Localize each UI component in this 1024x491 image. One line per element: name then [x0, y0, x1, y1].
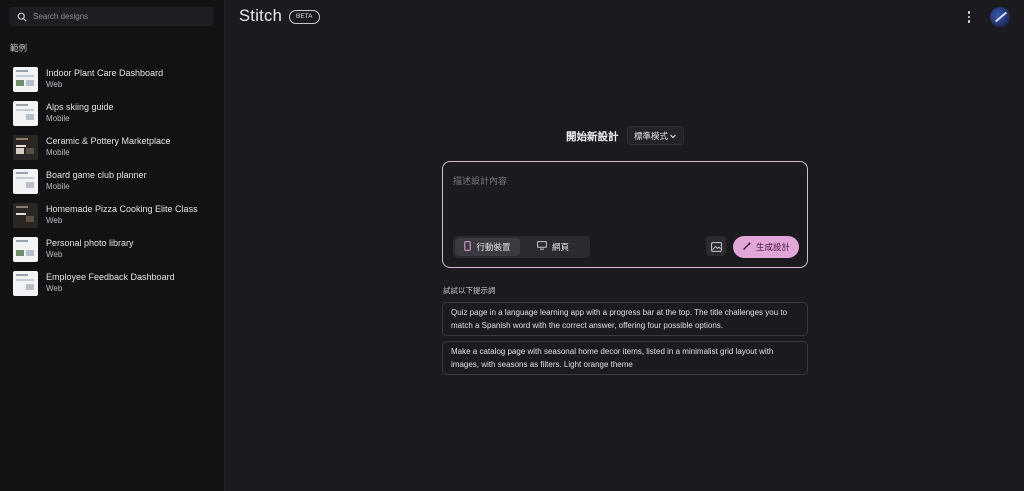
project-item-board-game-planner[interactable]: Board game club planner Mobile	[13, 164, 218, 198]
more-vert-icon[interactable]	[962, 10, 976, 24]
project-thumbnail	[13, 134, 38, 160]
project-type: Mobile	[46, 113, 70, 123]
project-item-alps-skiing[interactable]: Alps skiing guide Mobile	[13, 96, 218, 130]
suggestion-card[interactable]: Quiz page in a language learning app wit…	[442, 302, 808, 336]
project-title: Employee Feedback Dashboard	[46, 271, 175, 282]
project-thumbnail	[13, 66, 38, 92]
monitor-icon	[537, 241, 547, 253]
device-web-button[interactable]: 網頁	[520, 238, 586, 256]
page-title: 開始新設計	[566, 131, 619, 143]
suggestions-label: 試試以下提示詞	[443, 286, 496, 295]
generate-button-label: 生成設計	[755, 243, 790, 253]
phone-icon	[464, 240, 472, 254]
examples-section-label: 範例	[10, 44, 28, 54]
project-thumbnail	[13, 270, 38, 296]
upload-image-button[interactable]	[706, 236, 726, 256]
chevron-down-icon	[669, 132, 677, 143]
prompt-box[interactable]: 描述設計內容 行動裝置 網頁 生成設計	[442, 161, 808, 268]
search-input[interactable]	[33, 12, 203, 21]
sidebar: 範例 Indoor Plant Care Dashboard Web Alps …	[0, 0, 225, 491]
project-type: Web	[46, 79, 63, 89]
mode-select-value: 標準模式	[634, 131, 669, 142]
avatar[interactable]	[990, 7, 1010, 27]
image-icon	[710, 237, 722, 256]
project-title: Homemade Pizza Cooking Elite Class	[46, 203, 198, 214]
project-list: Indoor Plant Care Dashboard Web Alps ski…	[13, 62, 218, 300]
device-toggle: 行動裝置 網頁	[453, 236, 590, 258]
project-title: Alps skiing guide	[46, 101, 114, 112]
project-thumbnail	[13, 236, 38, 262]
project-title: Board game club planner	[46, 169, 147, 180]
project-thumbnail	[13, 100, 38, 126]
project-type: Mobile	[46, 147, 70, 157]
project-item-photo-library[interactable]: Personal photo library Web	[13, 232, 218, 266]
project-type: Web	[46, 249, 63, 259]
project-item-pizza-class[interactable]: Homemade Pizza Cooking Elite Class Web	[13, 198, 218, 232]
magic-wand-icon	[742, 241, 752, 254]
search-bar[interactable]	[9, 7, 214, 26]
device-mobile-label: 行動裝置	[476, 243, 511, 253]
project-item-employee-feedback[interactable]: Employee Feedback Dashboard Web	[13, 266, 218, 300]
project-type: Mobile	[46, 181, 70, 191]
mode-select[interactable]: 標準模式	[627, 126, 684, 145]
device-web-label: 網頁	[551, 243, 569, 253]
search-icon	[17, 11, 29, 23]
app-logo[interactable]: Stitch	[239, 7, 282, 26]
project-title: Personal photo library	[46, 237, 134, 248]
generate-button[interactable]: 生成設計	[733, 236, 799, 258]
project-thumbnail	[13, 202, 38, 228]
project-type: Web	[46, 215, 63, 225]
project-thumbnail	[13, 168, 38, 194]
prompt-input[interactable]: 描述設計內容	[453, 174, 507, 187]
project-title: Indoor Plant Care Dashboard	[46, 67, 164, 78]
project-title: Ceramic & Pottery Marketplace	[46, 135, 171, 146]
project-item-ceramic-marketplace[interactable]: Ceramic & Pottery Marketplace Mobile	[13, 130, 218, 164]
project-type: Web	[46, 283, 63, 293]
beta-badge: BETA	[289, 10, 320, 24]
suggestion-card[interactable]: Make a catalog page with seasonal home d…	[442, 341, 808, 375]
device-mobile-button[interactable]: 行動裝置	[455, 238, 520, 256]
project-item-plant-care[interactable]: Indoor Plant Care Dashboard Web	[13, 62, 218, 96]
